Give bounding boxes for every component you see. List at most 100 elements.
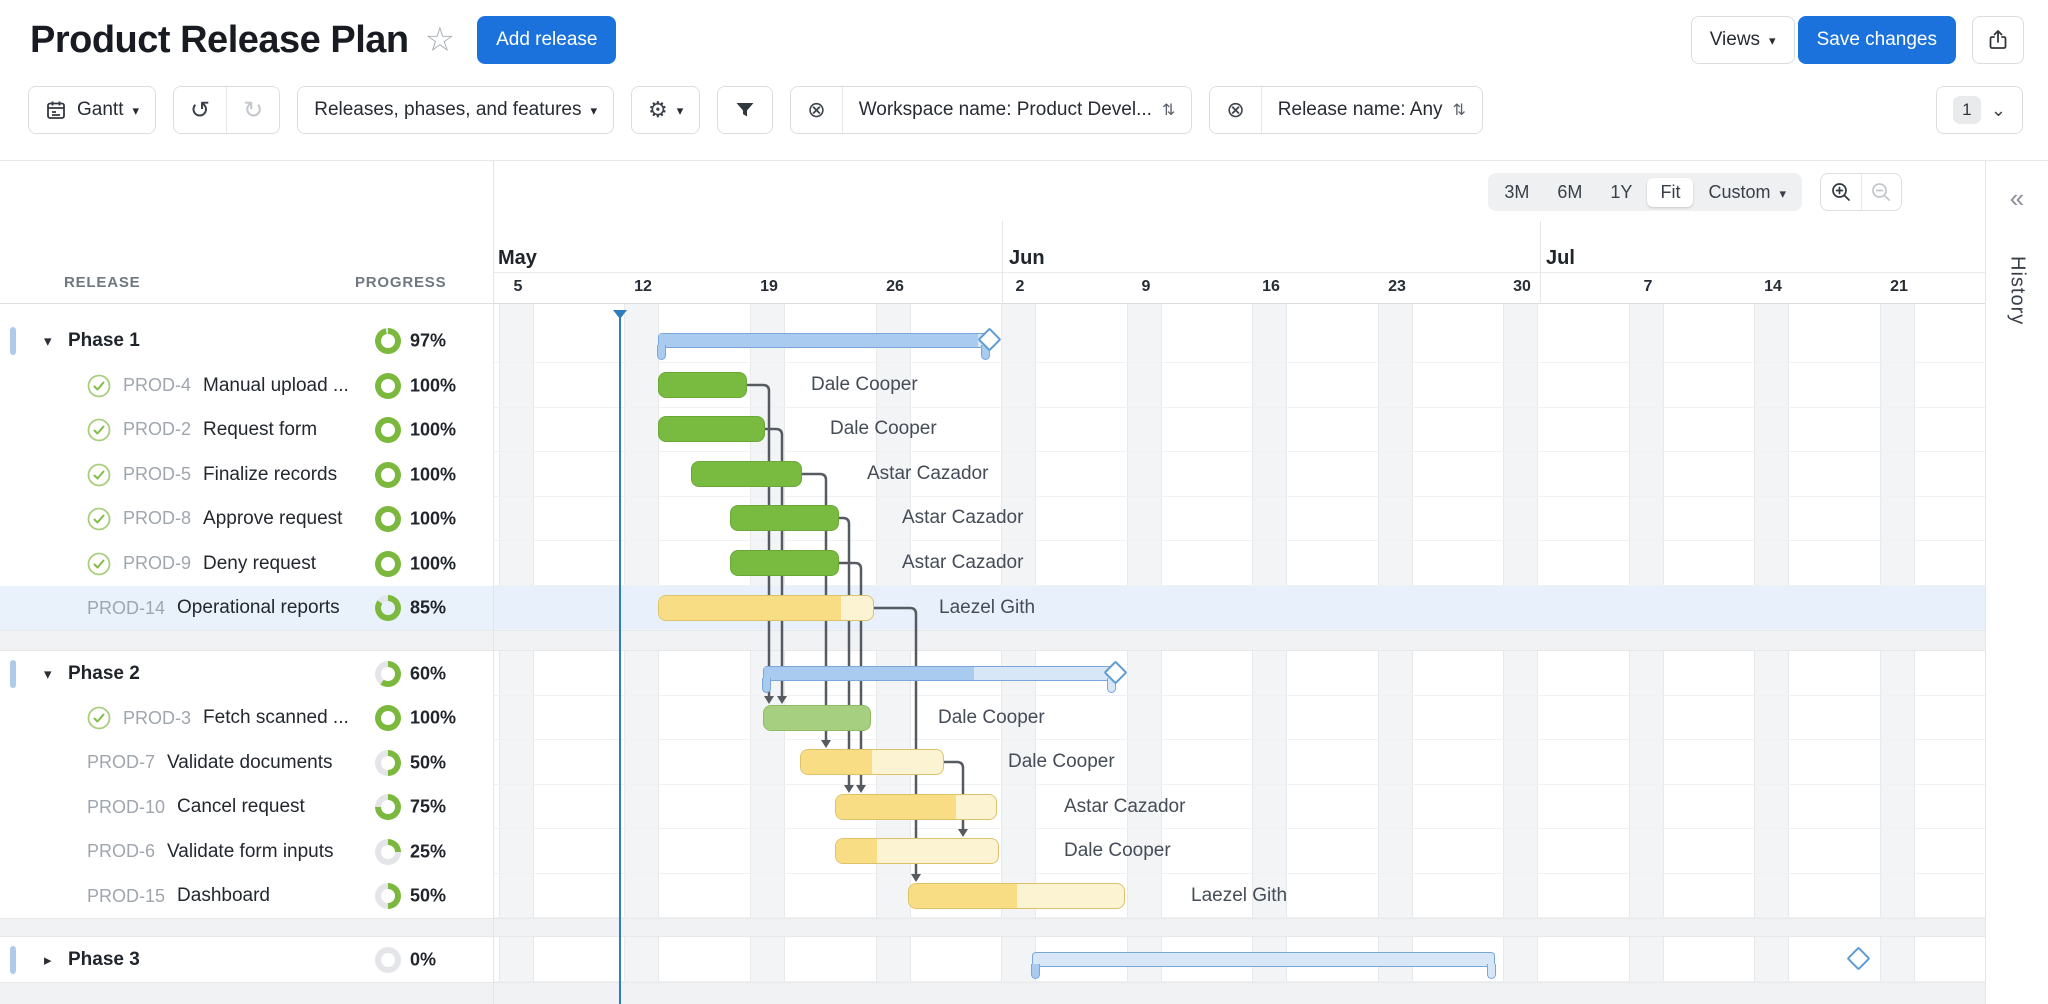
task-name: Deny request bbox=[203, 553, 316, 575]
table-row[interactable]: PROD-4Manual upload ...100% bbox=[0, 363, 493, 408]
zoom-preset-6m[interactable]: 6M bbox=[1544, 178, 1595, 207]
today-marker-line bbox=[619, 311, 621, 1004]
phase-row[interactable]: ▾Phase 260% bbox=[0, 651, 493, 696]
history-sidebar: « History bbox=[1985, 161, 2048, 1004]
assignee-label: Astar Cazador bbox=[902, 507, 1023, 529]
workspace-filter-remove-button[interactable]: ⊗ bbox=[791, 87, 841, 133]
task-bar[interactable] bbox=[730, 550, 839, 576]
collapse-caret-icon[interactable]: ▾ bbox=[44, 332, 52, 350]
expand-caret-icon[interactable]: ▸ bbox=[44, 951, 52, 969]
task-bar[interactable] bbox=[835, 794, 997, 820]
task-bar[interactable] bbox=[800, 749, 944, 775]
table-row[interactable]: PROD-14Operational reports85% bbox=[0, 586, 493, 630]
undo-icon: ↺ bbox=[190, 96, 210, 125]
hierarchy-select[interactable]: Releases, phases, and features▾ bbox=[298, 87, 613, 133]
task-bar[interactable] bbox=[835, 838, 999, 864]
zoom-in-button[interactable] bbox=[1821, 174, 1861, 210]
share-button[interactable] bbox=[1972, 16, 2024, 64]
assignee-label: Dale Cooper bbox=[1064, 840, 1171, 862]
save-changes-button[interactable]: Save changes bbox=[1798, 16, 1956, 64]
collapse-panel-icon[interactable]: « bbox=[2010, 183, 2024, 214]
task-bar[interactable] bbox=[658, 595, 874, 621]
chevron-down-icon: ⌄ bbox=[1991, 100, 2006, 121]
history-tab-label[interactable]: History bbox=[2006, 256, 2029, 325]
zoom-preset-fit[interactable]: Fit bbox=[1647, 178, 1693, 207]
connector-arrowhead bbox=[777, 696, 787, 704]
table-row[interactable]: PROD-15Dashboard50% bbox=[0, 874, 493, 918]
favorite-star-icon[interactable]: ☆ bbox=[425, 23, 455, 57]
workspace-filter-value[interactable]: Workspace name: Product Devel...⇅ bbox=[842, 87, 1192, 133]
task-cell: PROD-2Request form bbox=[87, 418, 317, 442]
task-cell: PROD-14Operational reports bbox=[87, 597, 340, 619]
phase-row[interactable]: ▸Phase 30% bbox=[0, 937, 493, 982]
zoom-out-button[interactable] bbox=[1861, 174, 1902, 210]
table-row[interactable]: PROD-7Validate documents50% bbox=[0, 740, 493, 785]
task-cell: PROD-9Deny request bbox=[87, 552, 316, 576]
phase-accent-bar bbox=[10, 946, 16, 974]
zoom-preset-custom[interactable]: Custom▾ bbox=[1695, 178, 1799, 207]
task-bar[interactable] bbox=[763, 705, 871, 731]
summary-hook-left bbox=[657, 345, 666, 360]
task-id: PROD-3 bbox=[123, 708, 191, 729]
task-bar[interactable] bbox=[658, 372, 747, 398]
progress-percent: 100% bbox=[410, 508, 456, 529]
hierarchy-select-group: Releases, phases, and features▾ bbox=[297, 86, 614, 134]
chevron-down-icon: ▾ bbox=[1779, 186, 1786, 201]
gantt-view-button[interactable]: Gantt▾ bbox=[29, 87, 155, 133]
connector-line bbox=[874, 608, 916, 875]
progress-ring bbox=[375, 750, 401, 776]
task-bar-fill bbox=[659, 596, 841, 620]
zoom-preset-3m[interactable]: 3M bbox=[1491, 178, 1542, 207]
table-row[interactable]: PROD-10Cancel request75% bbox=[0, 785, 493, 829]
settings-button[interactable]: ⚙▾ bbox=[632, 87, 699, 133]
table-row[interactable]: PROD-9Deny request100% bbox=[0, 541, 493, 586]
task-name: Operational reports bbox=[177, 597, 340, 619]
task-bar-fill bbox=[801, 750, 872, 774]
undo-redo-group: ↺ ↻ bbox=[173, 86, 280, 134]
summary-bar-fill bbox=[659, 334, 978, 347]
redo-button[interactable]: ↻ bbox=[226, 87, 279, 133]
timeline-zoom-presets: 3M 6M 1Y Fit Custom▾ bbox=[1488, 173, 1802, 211]
week-tick-label: 26 bbox=[886, 278, 904, 296]
check-circle-icon bbox=[87, 374, 111, 398]
table-row[interactable]: PROD-5Finalize records100% bbox=[0, 452, 493, 497]
filter-button[interactable] bbox=[718, 87, 772, 133]
gear-icon: ⚙ bbox=[648, 97, 668, 123]
week-tick-label: 5 bbox=[514, 278, 523, 296]
page-count-button[interactable]: 1⌄ bbox=[1937, 87, 2022, 133]
add-release-button[interactable]: Add release bbox=[477, 16, 616, 64]
table-row[interactable]: PROD-2Request form100% bbox=[0, 407, 493, 452]
redo-icon: ↻ bbox=[243, 96, 263, 125]
undo-button[interactable]: ↺ bbox=[174, 87, 226, 133]
release-filter-remove-button[interactable]: ⊗ bbox=[1210, 87, 1260, 133]
task-bar[interactable] bbox=[691, 461, 802, 487]
progress-percent: 100% bbox=[410, 464, 456, 485]
task-bar[interactable] bbox=[908, 883, 1125, 909]
table-row[interactable]: PROD-6Validate form inputs25% bbox=[0, 829, 493, 874]
phase-name: Phase 3 bbox=[68, 949, 140, 971]
week-tick-label: 21 bbox=[1890, 278, 1908, 296]
table-row[interactable]: PROD-8Approve request100% bbox=[0, 496, 493, 541]
progress-percent: 100% bbox=[410, 375, 456, 396]
views-button[interactable]: Views▾ bbox=[1691, 16, 1795, 64]
table-row[interactable]: PROD-3Fetch scanned ...100% bbox=[0, 696, 493, 740]
zoom-preset-1y[interactable]: 1Y bbox=[1597, 178, 1645, 207]
collapse-caret-icon[interactable]: ▾ bbox=[44, 665, 52, 683]
task-bar[interactable] bbox=[730, 505, 839, 531]
task-bar[interactable] bbox=[658, 416, 765, 442]
task-id: PROD-10 bbox=[87, 797, 165, 818]
month-header-row: MayJunJul bbox=[494, 245, 1985, 273]
month-label: Jun bbox=[1009, 247, 1045, 270]
phase-row[interactable]: ▾Phase 197% bbox=[0, 318, 493, 363]
task-cell: PROD-6Validate form inputs bbox=[87, 841, 334, 863]
summary-hook-left bbox=[762, 678, 771, 693]
progress-percent: 100% bbox=[410, 708, 456, 729]
assignee-label: Laezel Gith bbox=[1191, 885, 1287, 907]
phase-accent-bar bbox=[10, 327, 16, 355]
toolbar: Gantt▾ ↺ ↻ Releases, phases, and feature… bbox=[0, 80, 2048, 140]
release-filter-value[interactable]: Release name: Any⇅ bbox=[1261, 87, 1482, 133]
week-tick-label: 16 bbox=[1262, 278, 1280, 296]
gantt-view-group: Gantt▾ bbox=[28, 86, 156, 134]
assignee-label: Dale Cooper bbox=[830, 418, 937, 440]
month-label: Jul bbox=[1546, 247, 1575, 270]
